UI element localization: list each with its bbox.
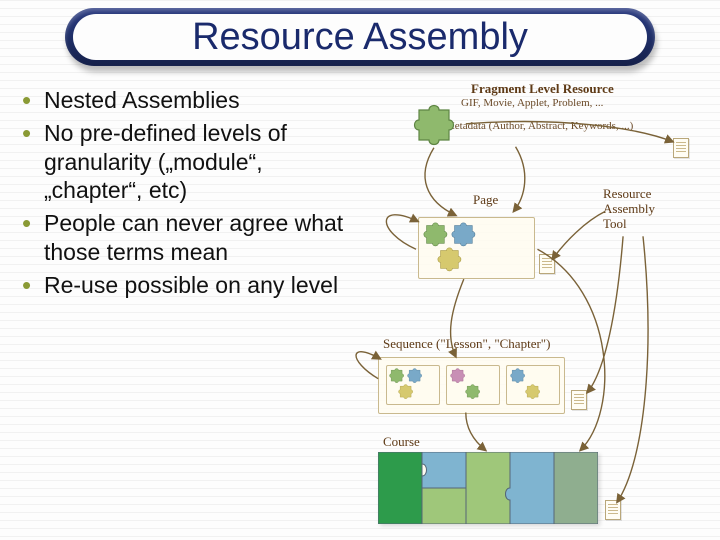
course-label: Course bbox=[383, 435, 420, 450]
fragment-sub-label: GIF, Movie, Applet, Problem, ... bbox=[461, 97, 603, 110]
fragment-level-label: Fragment Level Resource bbox=[471, 82, 614, 97]
bullet-list-container: Nested Assemblies No pre-defined levels … bbox=[18, 82, 353, 530]
puzzle-piece-icon bbox=[407, 368, 423, 384]
page-label: Page bbox=[473, 193, 498, 208]
metadata-label: Metadata (Author, Abstract, Keywords, ..… bbox=[445, 120, 633, 133]
page-icon bbox=[539, 254, 555, 274]
puzzle-piece-icon bbox=[423, 222, 449, 248]
puzzle-piece-icon bbox=[465, 384, 481, 400]
puzzle-piece-icon bbox=[510, 368, 526, 384]
rat-label: ResourceAssemblyTool bbox=[603, 187, 693, 232]
bullet-item: Nested Assemblies bbox=[18, 86, 353, 115]
bullet-list: Nested Assemblies No pre-defined levels … bbox=[18, 86, 353, 299]
diagram: Fragment Level Resource GIF, Movie, Appl… bbox=[353, 82, 708, 530]
puzzle-piece-icon bbox=[437, 247, 463, 273]
slide-title: Resource Assembly bbox=[184, 16, 536, 59]
page-icon bbox=[571, 390, 587, 410]
course-frame bbox=[378, 452, 598, 524]
bullet-item: No pre-defined levels of granularity („m… bbox=[18, 119, 353, 205]
bullet-item: People can never agree what those terms … bbox=[18, 209, 353, 267]
slide-body: Nested Assemblies No pre-defined levels … bbox=[18, 82, 708, 530]
title-bar: Resource Assembly bbox=[65, 8, 655, 66]
puzzle-piece-icon bbox=[450, 368, 466, 384]
puzzle-piece-icon bbox=[398, 384, 414, 400]
page-icon bbox=[605, 500, 621, 520]
puzzle-piece-icon bbox=[413, 104, 457, 148]
puzzle-piece-icon bbox=[525, 384, 541, 400]
bullet-item: Re-use possible on any level bbox=[18, 271, 353, 300]
sequence-label: Sequence ("Lesson", "Chapter") bbox=[383, 337, 550, 352]
puzzle-piece-icon bbox=[389, 368, 405, 384]
page-icon bbox=[673, 138, 689, 158]
slide: Resource Assembly Nested Assemblies No p… bbox=[0, 0, 720, 540]
puzzle-piece-icon bbox=[451, 222, 477, 248]
